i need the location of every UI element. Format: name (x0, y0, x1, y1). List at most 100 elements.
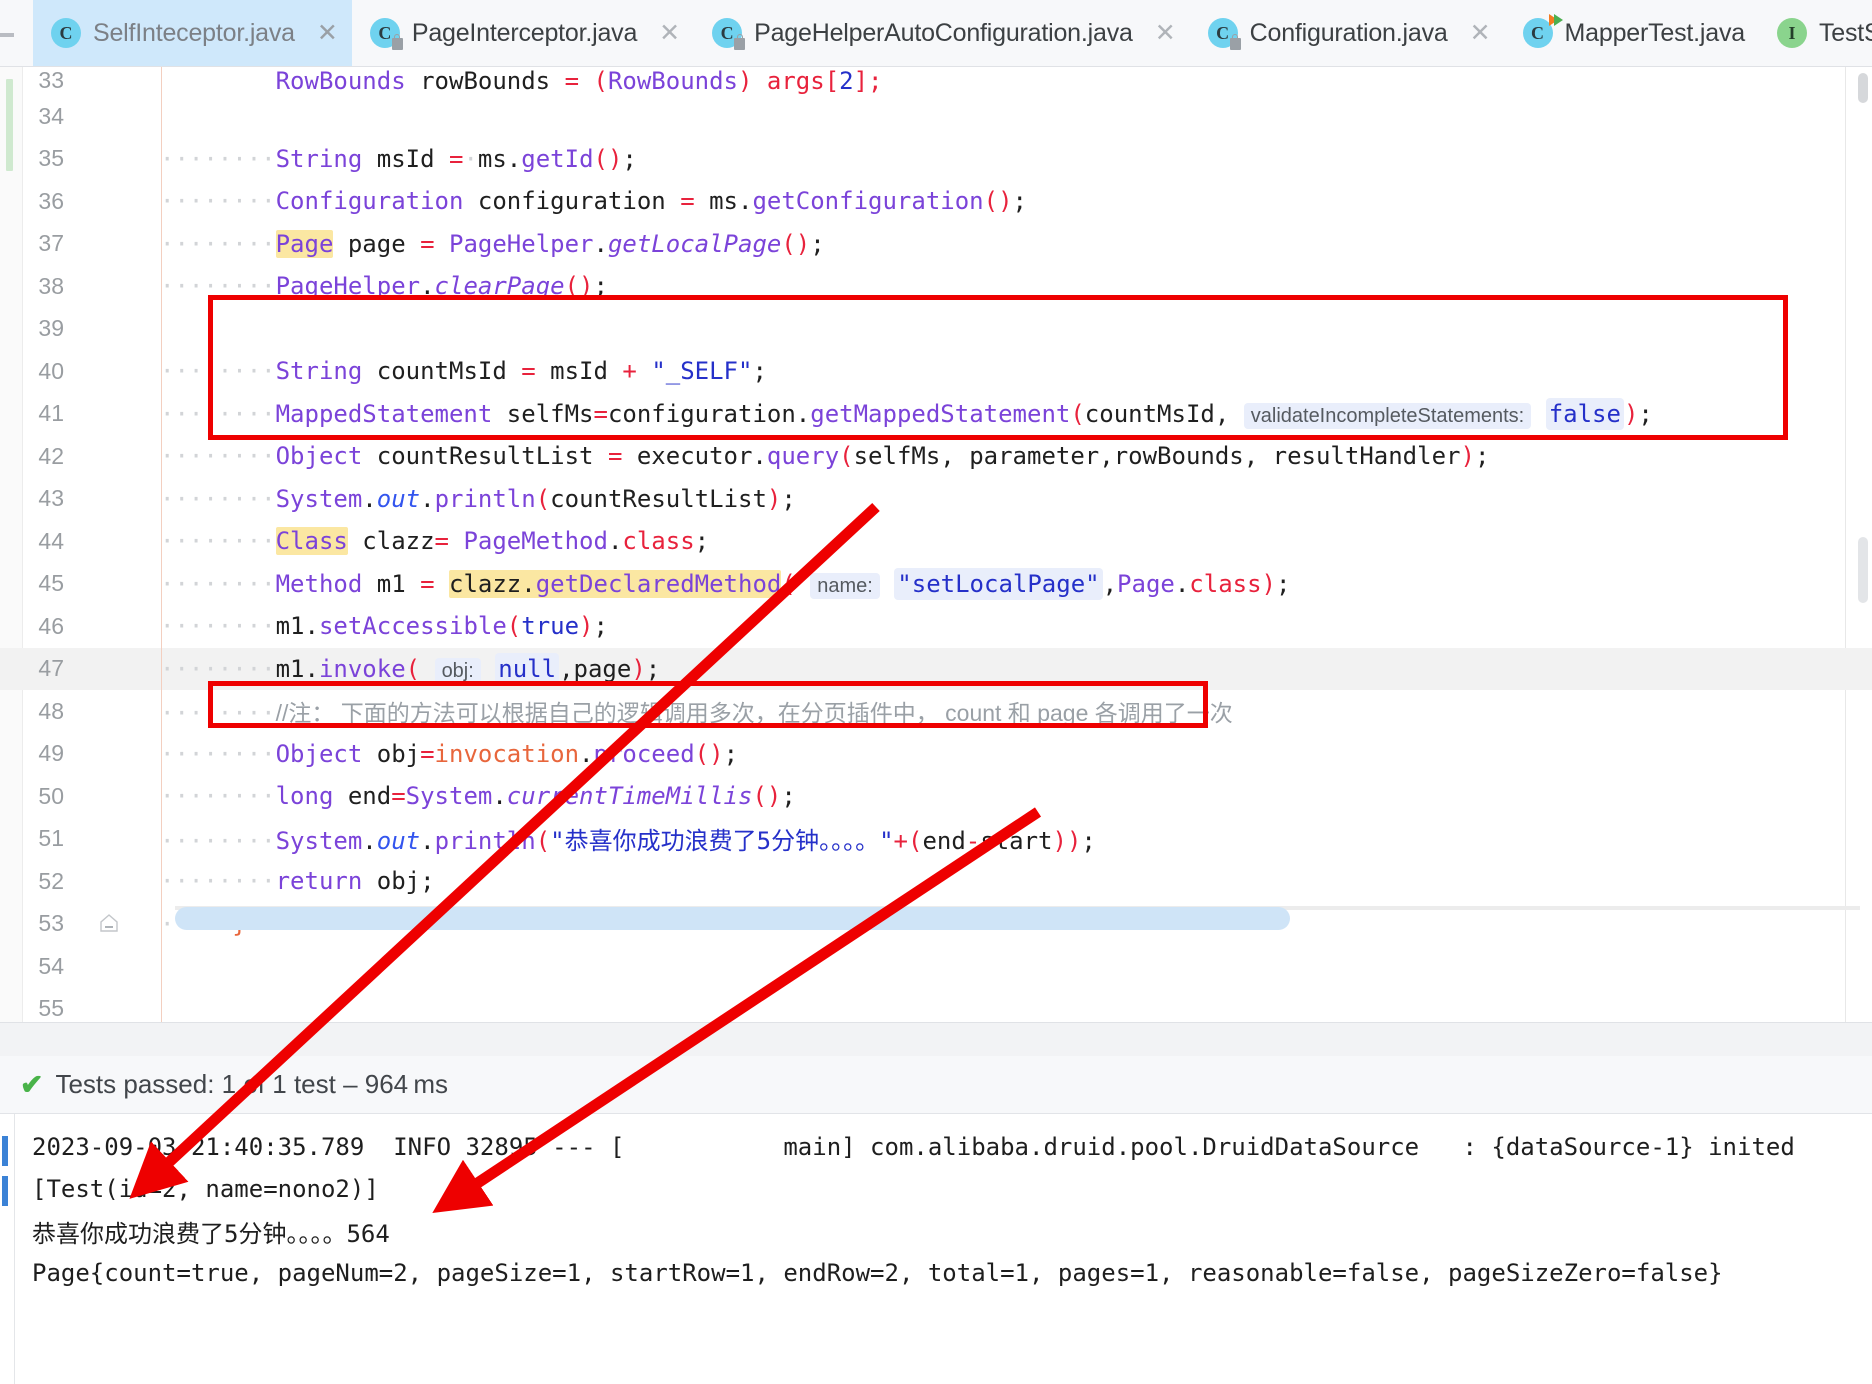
tab-mapper-test[interactable]: C MapperTest.java (1505, 0, 1759, 66)
code-text[interactable]: ········Class clazz= PageMethod.class; (138, 527, 1872, 556)
code-text[interactable]: ········return obj; (138, 867, 1872, 895)
code-line[interactable]: 42 ········Object countResultList = execu… (0, 435, 1872, 478)
code-line[interactable]: 51 ········System.out.println("恭喜你成功浪费了5分… (0, 818, 1872, 861)
code-token: getMappedStatement (810, 399, 1071, 428)
test-status-bar: ✔ Tests passed: 1 of 1 test – 964 ms (0, 1056, 1872, 1114)
code-token: = (593, 399, 608, 428)
code-token: rowBounds (405, 67, 565, 95)
code-line[interactable]: 40 ········String countMsId = msId + "_SE… (0, 350, 1872, 393)
code-line[interactable]: 54 (0, 945, 1872, 988)
code-token: ,page (559, 654, 632, 683)
code-token: = (680, 187, 695, 216)
code-token: end (922, 827, 966, 856)
tab-test-service[interactable]: I TestService.java ✕ (1759, 0, 1872, 66)
tab-label: PageHelperAutoConfiguration.java (754, 18, 1133, 47)
code-text[interactable]: ········//注： 下面的方法可以根据自己的逻辑调用多次，在分页插件中， … (138, 694, 1872, 728)
line-number: 39 (38, 315, 64, 342)
code-line[interactable]: 39 (0, 308, 1872, 351)
code-text[interactable]: RowBounds rowBounds = (RowBounds) args[2… (138, 67, 1872, 95)
fold-gutter (78, 563, 138, 606)
code-line[interactable]: 49 ········Object obj=invocation.proceed(… (0, 733, 1872, 776)
code-token: println (434, 484, 536, 513)
tab-configuration[interactable]: C Configuration.java ✕ (1190, 0, 1505, 66)
code-line[interactable]: 55 (0, 988, 1872, 1023)
code-token: out (376, 484, 421, 513)
code-text[interactable]: ········System.out.println("恭喜你成功浪费了5分钟。… (138, 821, 1872, 856)
code-editor[interactable]: 33 RowBounds rowBounds = (RowBounds) arg… (0, 67, 1872, 1022)
line-number: 34 (38, 102, 64, 129)
code-text[interactable]: ········Object obj=invocation.proceed(); (138, 740, 1872, 768)
code-text[interactable]: ········m1.setAccessible(true); (138, 612, 1872, 640)
tab-bar-dash-icon (0, 33, 14, 37)
line-number: 54 (38, 952, 64, 979)
code-line[interactable]: 34 (0, 95, 1872, 138)
close-icon[interactable]: ✕ (1470, 20, 1491, 46)
code-token: ms. (694, 187, 753, 216)
code-token: ········ (160, 484, 276, 513)
code-line[interactable]: 46 ········m1.setAccessible(true); (0, 605, 1872, 648)
code-token: ( (579, 67, 608, 95)
code-token: ; (622, 144, 637, 173)
code-text[interactable]: ········long end=System.currentTimeMilli… (138, 782, 1872, 810)
code-text[interactable]: ········MappedStatement selfMs=configura… (138, 397, 1872, 430)
close-icon[interactable]: ✕ (317, 20, 338, 46)
console-line: 2023-09-03 21:40:35.789 INFO 32895 --- [… (32, 1133, 1795, 1161)
code-text[interactable]: ········Configuration configuration = ms… (138, 187, 1872, 215)
code-text[interactable]: ········PageHelper.clearPage(); (138, 272, 1872, 300)
code-token: obj (362, 739, 421, 768)
code-line[interactable]: 37 ········Page page = PageHelper.getLoca… (0, 223, 1872, 266)
code-token: . (492, 782, 507, 811)
code-lines-container[interactable]: 33 RowBounds rowBounds = (RowBounds) arg… (0, 67, 1872, 1022)
code-token: Object (275, 739, 363, 768)
tab-page-helper-auto-configuration[interactable]: C PageHelperAutoConfiguration.java ✕ (694, 0, 1190, 66)
code-token: false (1545, 397, 1624, 430)
code-token: Object (275, 442, 363, 471)
line-number: 55 (38, 995, 64, 1022)
horizontal-scrollbar-thumb[interactable] (175, 907, 1290, 930)
code-token: · (463, 144, 478, 173)
tab-label: PageInterceptor.java (411, 18, 638, 47)
code-token: - (965, 827, 981, 856)
code-line[interactable]: 50 ········long end=System.currentTimeMil… (0, 775, 1872, 818)
code-line[interactable]: 43 ········System.out.println(countResult… (0, 478, 1872, 521)
code-token: ) (579, 612, 594, 641)
code-text[interactable]: ········m1.invoke( obj: null ,page); (138, 652, 1872, 685)
code-line[interactable]: 38 ········PageHelper.clearPage(); (0, 265, 1872, 308)
code-line[interactable]: 45 ········Method m1 = clazz.getDeclaredM… (0, 563, 1872, 606)
code-text[interactable]: ········String msId =·ms.getId(); (138, 145, 1872, 173)
code-line[interactable]: 48 ········//注： 下面的方法可以根据自己的逻辑调用多次，在分页插件中… (0, 690, 1872, 733)
tab-self-inteceptor[interactable]: C SelfInteceptor.java ✕ (33, 0, 352, 66)
close-icon[interactable]: ✕ (659, 20, 680, 46)
code-text[interactable]: ········Page page = PageHelper.getLocalP… (138, 229, 1872, 258)
code-line[interactable]: 35 ········String msId =·ms.getId(); (0, 138, 1872, 181)
code-token: parameter,rowBounds, (954, 442, 1259, 471)
code-token: String (275, 144, 363, 173)
code-token: ········ (160, 442, 276, 471)
code-token: ) (631, 654, 646, 683)
console-stdout-marker-2 (2, 1176, 8, 1206)
code-token: . (420, 272, 435, 301)
code-token: m1 (362, 569, 421, 598)
code-token: countResultList (362, 442, 608, 471)
panel-divider (0, 1022, 1872, 1057)
console-output[interactable]: 2023-09-03 21:40:35.789 INFO 32895 --- [… (0, 1114, 1872, 1384)
code-line[interactable]: 44 ········Class clazz= PageMethod.class; (0, 520, 1872, 563)
code-text[interactable]: ········Method m1 = clazz.getDeclaredMet… (138, 567, 1872, 600)
code-text[interactable]: ········Object countResultList = executo… (138, 442, 1872, 470)
tab-page-interceptor[interactable]: C PageInterceptor.java ✕ (352, 0, 694, 66)
code-line[interactable]: 33 RowBounds rowBounds = (RowBounds) arg… (0, 67, 1872, 95)
close-icon[interactable]: ✕ (1155, 20, 1176, 46)
line-number: 35 (38, 145, 64, 172)
code-fold-handle[interactable] (78, 903, 138, 946)
code-line[interactable]: 47 ········m1.invoke( obj: null ,page); (0, 647, 1872, 690)
code-text[interactable]: ········System.out.println(countResultLi… (138, 485, 1872, 513)
code-line[interactable]: 52 ········return obj; (0, 860, 1872, 903)
code-line[interactable]: 36 ········Configuration configuration = … (0, 180, 1872, 223)
code-line[interactable]: 41 ········MappedStatement selfMs=configu… (0, 393, 1872, 436)
code-text[interactable]: ········String countMsId = msId + "_SELF… (138, 357, 1872, 385)
fold-gutter (78, 478, 138, 521)
code-token: ········ (160, 654, 276, 683)
